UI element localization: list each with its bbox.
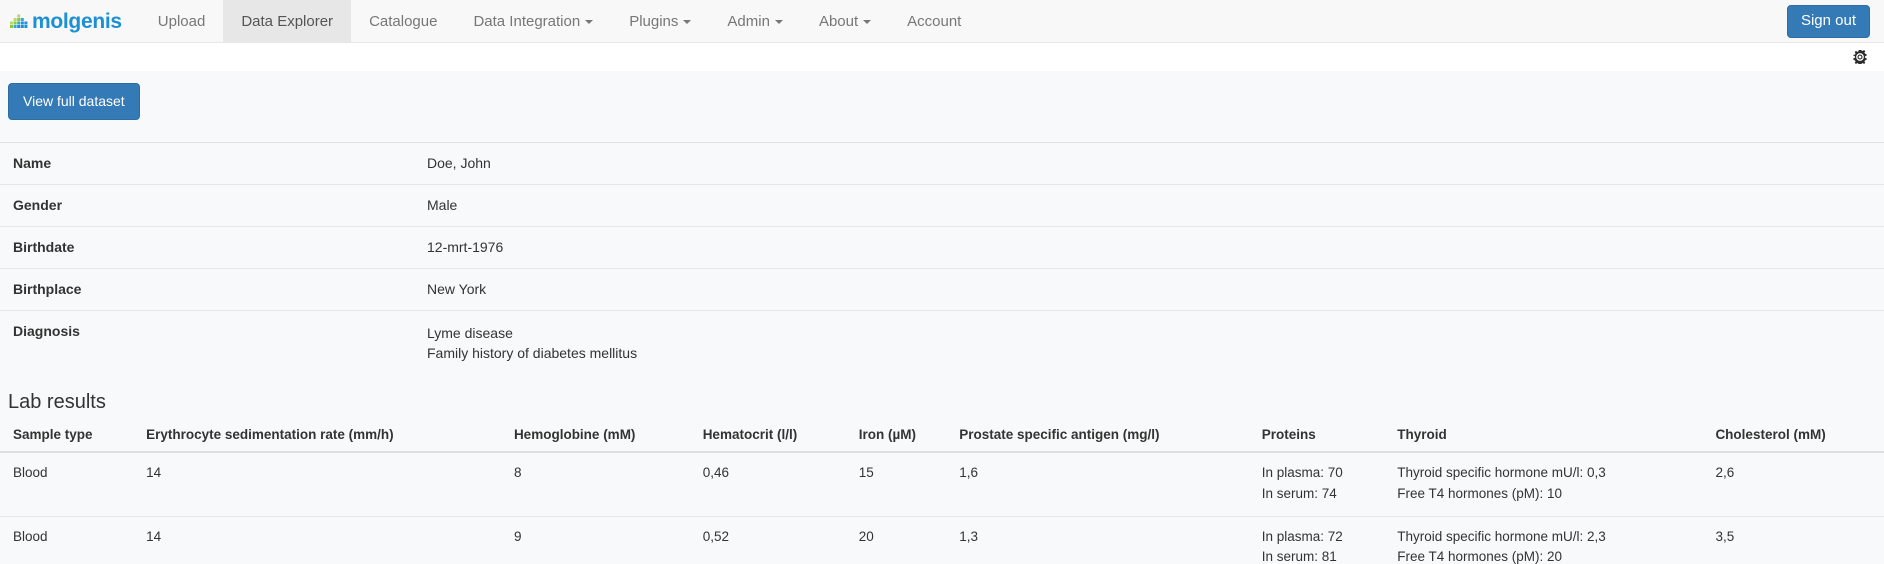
column-header-hematocrit[interactable]: Hematocrit (l/l) [690,423,846,452]
cell-thyroid: Thyroid specific hormone mU/l: 0,3 Free … [1384,452,1702,516]
diagnosis-primary: Lyme disease [427,323,1876,343]
entity-details-table: Name Doe, John Gender Male Birthdate 12-… [0,142,1884,377]
detail-row-birthdate: Birthdate 12-mrt-1976 [0,226,1884,268]
nav-item-label: Upload [158,13,206,30]
detail-label: Name [0,142,427,184]
cell-psa: 1,6 [946,452,1249,516]
table-row[interactable]: Blood 14 9 0,52 20 1,3 In plasma: 72 In … [0,516,1884,564]
cell-esr: 14 [133,452,501,516]
main-navbar: molgenis Upload Data Explorer Catalogue … [0,0,1884,43]
chevron-down-icon [775,20,783,24]
detail-label: Gender [0,184,427,226]
nav-item-label: Plugins [629,13,678,30]
cell-cholesterol: 2,6 [1702,452,1884,516]
column-header-thyroid[interactable]: Thyroid [1384,423,1702,452]
detail-row-name: Name Doe, John [0,142,1884,184]
column-header-sample-type[interactable]: Sample type [0,423,133,452]
detail-value: 12-mrt-1976 [427,226,1884,268]
cell-proteins: In plasma: 72 In serum: 81 [1249,516,1385,564]
brand-name: molgenis [32,11,122,32]
nav-item-plugins[interactable]: Plugins [611,0,709,43]
detail-value: Male [427,184,1884,226]
chevron-down-icon [683,20,691,24]
cell-proteins: In plasma: 70 In serum: 74 [1249,452,1385,516]
proteins-serum: In serum: 81 [1262,547,1379,564]
nav-item-account[interactable]: Account [889,0,979,43]
mosaic-squares-icon [10,14,29,30]
detail-label: Birthplace [0,268,427,310]
cell-hematocrit: 0,52 [690,516,846,564]
thyroid-t4: Free T4 hormones (pM): 20 [1397,547,1696,564]
column-header-iron[interactable]: Iron (µM) [846,423,946,452]
thyroid-t4: Free T4 hormones (pM): 10 [1397,484,1696,504]
cell-cholesterol: 3,5 [1702,516,1884,564]
nav-item-upload[interactable]: Upload [140,0,224,43]
nav-item-about[interactable]: About [801,0,889,43]
cell-thyroid: Thyroid specific hormone mU/l: 2,3 Free … [1384,516,1702,564]
cell-sample-type: Blood [0,452,133,516]
detail-row-diagnosis: Diagnosis Lyme disease Family history of… [0,310,1884,376]
cell-esr: 14 [133,516,501,564]
diagnosis-secondary: Family history of diabetes mellitus [427,343,1876,363]
cell-hemoglobine: 9 [501,516,690,564]
lab-results-table: Sample type Erythrocyte sedimentation ra… [0,423,1884,564]
cell-iron: 20 [846,516,946,564]
thyroid-tsh: Thyroid specific hormone mU/l: 2,3 [1397,527,1696,547]
lab-results-header-row: Sample type Erythrocyte sedimentation ra… [0,423,1884,452]
nav-item-label: Admin [727,13,770,30]
nav-item-catalogue[interactable]: Catalogue [351,0,455,43]
chevron-down-icon [863,20,871,24]
settings-bar [0,43,1884,71]
detail-value: Doe, John [427,142,1884,184]
cell-hemoglobine: 8 [501,452,690,516]
proteins-plasma: In plasma: 70 [1262,463,1379,483]
brand-logo-link[interactable]: molgenis [0,0,140,43]
cell-sample-type: Blood [0,516,133,564]
chevron-down-icon [585,20,593,24]
detail-label: Birthdate [0,226,427,268]
column-header-psa[interactable]: Prostate specific antigen (mg/l) [946,423,1249,452]
column-header-cholesterol[interactable]: Cholesterol (mM) [1702,423,1884,452]
detail-label: Diagnosis [0,310,427,376]
proteins-serum: In serum: 74 [1262,484,1379,504]
detail-value: Lyme disease Family history of diabetes … [427,310,1884,376]
nav-item-list: Upload Data Explorer Catalogue Data Inte… [140,0,980,42]
navbar-right-area: Sign out [1787,0,1884,42]
nav-item-label: About [819,13,858,30]
proteins-plasma: In plasma: 72 [1262,527,1379,547]
sign-out-button[interactable]: Sign out [1787,5,1870,38]
lab-results-title: Lab results [8,390,1884,414]
column-header-esr[interactable]: Erythrocyte sedimentation rate (mm/h) [133,423,501,452]
detail-value: New York [427,268,1884,310]
column-header-hemoglobine[interactable]: Hemoglobine (mM) [501,423,690,452]
nav-item-admin[interactable]: Admin [709,0,801,43]
cell-iron: 15 [846,452,946,516]
main-content: View full dataset Name Doe, John Gender … [0,71,1884,564]
thyroid-tsh: Thyroid specific hormone mU/l: 0,3 [1397,463,1696,483]
nav-item-data-integration[interactable]: Data Integration [455,0,611,43]
view-full-dataset-button[interactable]: View full dataset [8,83,140,120]
gear-icon[interactable] [1853,50,1867,64]
detail-row-birthplace: Birthplace New York [0,268,1884,310]
nav-item-data-explorer[interactable]: Data Explorer [223,0,351,43]
table-row[interactable]: Blood 14 8 0,46 15 1,6 In plasma: 70 In … [0,452,1884,516]
nav-item-label: Catalogue [369,13,437,30]
column-header-proteins[interactable]: Proteins [1249,423,1385,452]
nav-item-label: Account [907,13,961,30]
nav-item-label: Data Explorer [241,13,333,30]
content-toolbar: View full dataset [0,71,1884,133]
detail-row-gender: Gender Male [0,184,1884,226]
nav-item-label: Data Integration [473,13,580,30]
cell-psa: 1,3 [946,516,1249,564]
cell-hematocrit: 0,46 [690,452,846,516]
